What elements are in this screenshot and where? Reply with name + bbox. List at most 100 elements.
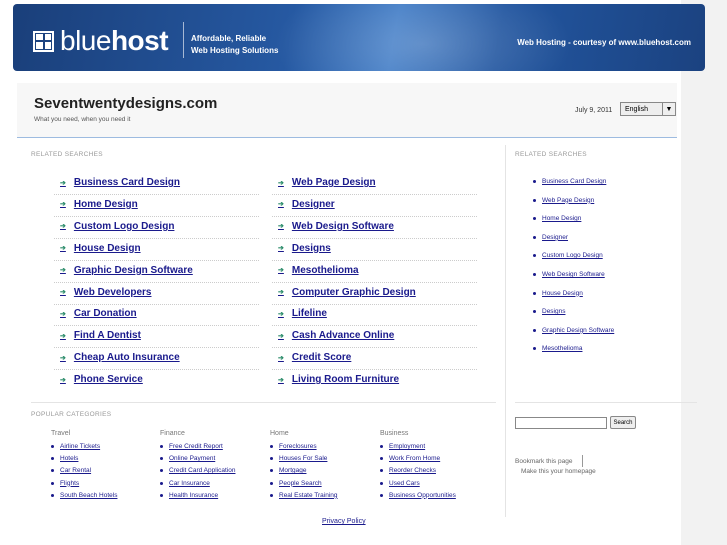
side-search-link[interactable]: Home Design bbox=[533, 215, 581, 222]
related-search-label: Custom Logo Design bbox=[73, 220, 175, 232]
related-search-link[interactable]: ➔ Web Developers bbox=[60, 287, 152, 298]
category-link-label: Flights bbox=[60, 479, 80, 487]
related-search-link[interactable]: ➔ Car Donation bbox=[60, 308, 137, 319]
category-link[interactable]: Real Estate Training bbox=[270, 492, 338, 499]
related-search-label: Home Design bbox=[73, 198, 138, 210]
category-link[interactable]: Mortgage bbox=[270, 467, 306, 474]
related-search-link[interactable]: ➔ Web Design Software bbox=[278, 221, 394, 232]
row-separator bbox=[272, 259, 477, 261]
row-separator bbox=[272, 303, 477, 305]
bullet-icon bbox=[160, 481, 163, 485]
bullet-icon bbox=[270, 493, 273, 497]
arrow-right-icon: ➔ bbox=[278, 223, 284, 231]
related-search-link[interactable]: ➔ Mesothelioma bbox=[278, 265, 359, 276]
side-search-label: House Design bbox=[542, 289, 583, 297]
category-link[interactable]: Health Insurance bbox=[160, 492, 218, 499]
bluehost-header-banner: bluehost Affordable, Reliable Web Hostin… bbox=[13, 4, 705, 71]
section-divider bbox=[31, 402, 496, 403]
related-search-link[interactable]: ➔ Find A Dentist bbox=[60, 330, 141, 341]
category-link-label: Work From Home bbox=[389, 455, 441, 463]
side-divider bbox=[515, 402, 697, 403]
category-link[interactable]: Free Credit Report bbox=[160, 443, 223, 450]
arrow-right-icon: ➔ bbox=[278, 289, 284, 296]
related-search-link[interactable]: ➔ Business Card Design bbox=[60, 177, 180, 188]
category-link[interactable]: Car Rental bbox=[51, 467, 91, 474]
logo-divider bbox=[183, 22, 184, 58]
homepage-link[interactable]: Make this your homepage bbox=[521, 468, 596, 475]
category-link[interactable]: Business Opportunities bbox=[380, 492, 456, 499]
bullet-icon bbox=[533, 328, 536, 332]
category-link[interactable]: Used Cars bbox=[380, 480, 420, 487]
side-search-link[interactable]: Web Page Design bbox=[533, 197, 594, 204]
related-search-link[interactable]: ➔ Living Room Furniture bbox=[278, 374, 399, 385]
privacy-policy-link[interactable]: Privacy Policy bbox=[322, 518, 366, 525]
related-search-link[interactable]: ➔ Home Design bbox=[60, 199, 138, 210]
category-link[interactable]: Airline Tickets bbox=[51, 443, 100, 450]
category-link[interactable]: Hotels bbox=[51, 455, 78, 462]
bullet-icon bbox=[160, 469, 163, 473]
arrow-right-icon: ➔ bbox=[278, 267, 284, 275]
related-search-link[interactable]: ➔ Designs bbox=[278, 243, 331, 254]
arrow-right-icon: ➔ bbox=[278, 201, 284, 209]
category-link-label: Houses For Sale bbox=[279, 455, 328, 463]
side-search-label: Mesothelioma bbox=[542, 345, 583, 353]
category-link[interactable]: Houses For Sale bbox=[270, 455, 327, 462]
related-search-link[interactable]: ➔ Lifeline bbox=[278, 308, 327, 319]
bullet-icon bbox=[533, 273, 536, 276]
category-link[interactable]: Online Payment bbox=[160, 455, 215, 462]
related-search-label: House Design bbox=[73, 242, 141, 254]
side-search-link[interactable]: Graphic Design Software bbox=[533, 327, 614, 334]
category-link[interactable]: Employment bbox=[380, 443, 425, 450]
arrow-right-icon: ➔ bbox=[60, 289, 66, 296]
tagline-line-2: Web Hosting Solutions bbox=[191, 46, 279, 55]
related-search-link[interactable]: ➔ House Design bbox=[60, 243, 141, 254]
side-search-link[interactable]: Designer bbox=[533, 234, 568, 241]
arrow-right-icon: ➔ bbox=[60, 179, 66, 187]
category-link-label: Airline Tickets bbox=[60, 443, 101, 450]
column-divider bbox=[505, 145, 506, 517]
related-search-link[interactable]: ➔ Cash Advance Online bbox=[278, 330, 394, 341]
side-search-link[interactable]: House Design bbox=[533, 290, 583, 297]
popular-categories-label: POPULAR CATEGORIES bbox=[31, 411, 112, 418]
language-select[interactable]: English ▼ bbox=[620, 102, 676, 116]
related-search-link[interactable]: ➔ Computer Graphic Design bbox=[278, 287, 416, 298]
side-search-link[interactable]: Custom Logo Design bbox=[533, 252, 603, 259]
page-scrollbar[interactable] bbox=[681, 0, 727, 545]
category-link[interactable]: People Search bbox=[270, 480, 322, 487]
related-search-link[interactable]: ➔ Credit Score bbox=[278, 352, 351, 363]
related-search-label: Web Design Software bbox=[291, 220, 394, 232]
category-link[interactable]: Car Insurance bbox=[160, 480, 210, 487]
bullet-icon bbox=[380, 493, 383, 497]
search-input[interactable] bbox=[515, 417, 607, 429]
related-search-link[interactable]: ➔ Phone Service bbox=[60, 374, 143, 385]
side-search-link[interactable]: Designs bbox=[533, 308, 565, 315]
courtesy-text[interactable]: Web Hosting - courtesy of www.bluehost.c… bbox=[517, 38, 691, 47]
category-link-label: People Search bbox=[279, 479, 322, 487]
search-button[interactable]: Search bbox=[610, 416, 636, 429]
related-search-link[interactable]: ➔ Web Page Design bbox=[278, 177, 376, 188]
category-link[interactable]: Credit Card Application bbox=[160, 467, 235, 474]
chevron-down-icon[interactable]: ▼ bbox=[662, 103, 675, 115]
category-link[interactable]: Work From Home bbox=[380, 455, 440, 462]
side-search-link[interactable]: Web Design Software bbox=[533, 271, 605, 278]
arrow-right-icon: ➔ bbox=[278, 332, 284, 340]
related-search-link[interactable]: ➔ Graphic Design Software bbox=[60, 265, 193, 276]
related-search-label: Cheap Auto Insurance bbox=[73, 352, 180, 364]
related-search-link[interactable]: ➔ Custom Logo Design bbox=[60, 221, 174, 232]
date-text: July 9, 2011 bbox=[575, 107, 613, 114]
side-search-label: Custom Logo Design bbox=[542, 252, 603, 260]
side-search-link[interactable]: Business Card Design bbox=[533, 178, 606, 185]
category-link[interactable]: Foreclosures bbox=[270, 443, 317, 450]
row-separator bbox=[272, 325, 477, 327]
category-link[interactable]: South Beach Hotels bbox=[51, 492, 117, 499]
bluehost-logo[interactable]: bluehost bbox=[33, 25, 169, 57]
side-search-link[interactable]: Mesothelioma bbox=[533, 345, 582, 352]
arrow-right-icon: ➔ bbox=[60, 332, 66, 340]
category-link[interactable]: Reorder Checks bbox=[380, 467, 436, 474]
bookmark-link[interactable]: Bookmark this page bbox=[515, 458, 572, 465]
related-search-link[interactable]: ➔ Cheap Auto Insurance bbox=[60, 352, 180, 363]
related-search-label: Credit Score bbox=[291, 352, 352, 364]
category-link[interactable]: Flights bbox=[51, 480, 79, 487]
site-title-bar: Seventwentydesigns.com What you need, wh… bbox=[17, 83, 677, 138]
related-search-link[interactable]: ➔ Designer bbox=[278, 199, 335, 210]
